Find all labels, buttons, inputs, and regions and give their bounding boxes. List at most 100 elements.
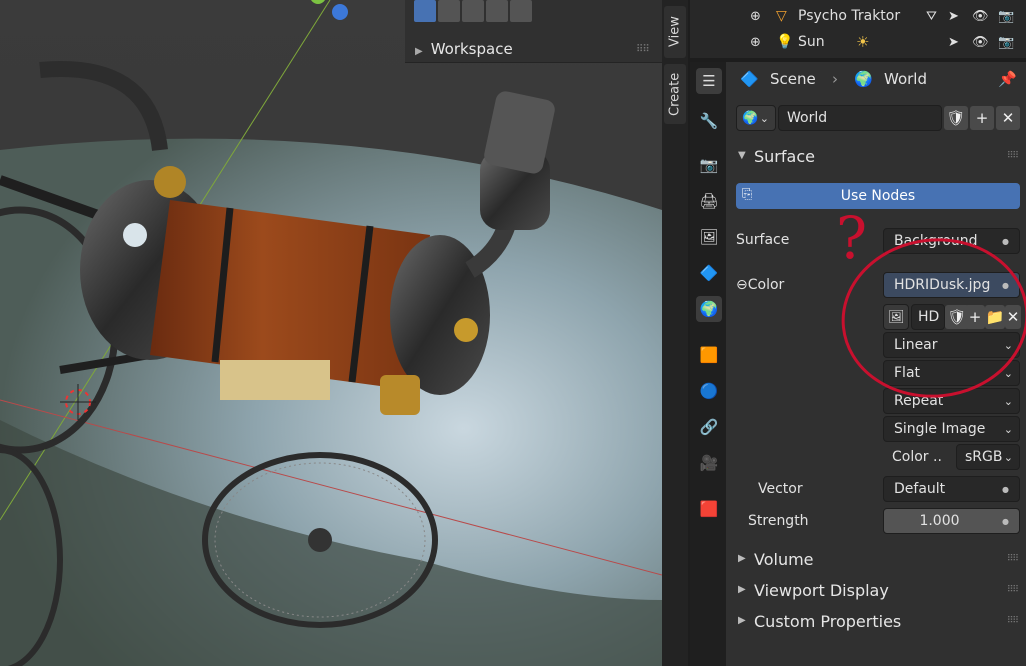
projection-dropdown[interactable]: Flat ⌄ <box>883 360 1020 386</box>
breadcrumb-world[interactable]: World <box>884 70 927 88</box>
unlink-x-icon[interactable]: ✕ <box>1005 305 1021 329</box>
breadcrumb-scene[interactable]: Scene <box>770 70 816 88</box>
eye-icon[interactable]: 👁 <box>972 9 989 24</box>
viewport-display-section-header[interactable]: ▶ Viewport Display ⠿⠿ <box>726 576 1026 606</box>
render-tab-icon[interactable]: 📷 <box>696 152 722 178</box>
eye-icon[interactable]: 👁 <box>972 35 989 50</box>
object-icon: ▽ <box>776 8 787 24</box>
expand-plus-icon[interactable]: ⊕ <box>750 35 761 50</box>
new-world-plus-icon[interactable]: + <box>970 106 994 130</box>
section-title: Viewport Display <box>754 581 889 600</box>
filter-funnel-icon[interactable]: ⛛ <box>926 9 937 24</box>
surface-shader-field[interactable]: Background ● <box>883 228 1020 254</box>
new-image-plus-icon[interactable]: + <box>965 305 985 329</box>
interpolation-dropdown[interactable]: Linear ⌄ <box>883 332 1020 358</box>
node-tree-icon: ⎘ <box>742 187 753 202</box>
section-title: Custom Properties <box>754 612 902 631</box>
strength-slider[interactable]: 1.000 ● <box>883 508 1020 534</box>
drag-handle-icon[interactable]: ⠿⠿ <box>1007 554 1019 564</box>
image-browse-button[interactable]: 🖼 <box>883 304 909 330</box>
strength-label: Strength <box>748 513 809 529</box>
outliner: ⊕ ▽ Psycho Traktor ⛛ ➤ 👁 📷 ⊕ 💡 Sun ☀ ➤ 👁… <box>690 0 1026 58</box>
expand-triangle-icon: ▶ <box>738 553 746 564</box>
properties-tab-column: ☰ 🔧 📷 🖨 🖼 🔷 🌍 🟧 🔵 🔗 🎥 🟥 <box>690 62 726 666</box>
chevron-down-icon: ⌄ <box>1003 338 1013 352</box>
collapse-minus-icon[interactable]: ⊖ <box>736 277 748 293</box>
tab-view[interactable]: View <box>664 6 686 58</box>
breadcrumb: 🔷 Scene › 🌍 World 📌 <box>726 62 1026 96</box>
volume-section-header[interactable]: ▶ Volume ⠿⠿ <box>726 545 1026 575</box>
expand-triangle-icon: ▶ <box>738 584 746 595</box>
select-difference-icon[interactable] <box>486 0 508 22</box>
section-title: Volume <box>754 550 814 569</box>
constraints-tab-icon[interactable]: 🔗 <box>696 414 722 440</box>
world-icon: 🌍 <box>742 110 759 126</box>
select-intersect-icon[interactable] <box>510 0 532 22</box>
expand-triangle-icon: ▶ <box>738 615 746 626</box>
use-nodes-button[interactable]: ⎘ Use Nodes <box>736 183 1020 209</box>
chevron-down-icon: ⌄ <box>1003 450 1013 464</box>
tab-create[interactable]: Create <box>664 64 686 124</box>
world-name-field[interactable]: World <box>778 105 942 131</box>
physics-tab-icon[interactable]: 🔵 <box>696 378 722 404</box>
select-arrow-icon[interactable]: ➤ <box>948 35 959 50</box>
drag-handle-icon[interactable]: ⠿⠿ <box>1007 151 1019 161</box>
color-space-dropdown[interactable]: sRGB ⌄ <box>956 444 1020 470</box>
expand-plus-icon[interactable]: ⊕ <box>750 9 761 24</box>
extension-dropdown[interactable]: Repeat ⌄ <box>883 388 1020 414</box>
sidebar-tabs: View Create <box>662 0 688 666</box>
source-dropdown[interactable]: Single Image ⌄ <box>883 416 1020 442</box>
unlink-x-icon[interactable]: ✕ <box>996 106 1020 130</box>
fake-user-shield-icon[interactable]: 🛡 <box>944 106 968 130</box>
tab-view-label: View <box>667 16 683 48</box>
select-mode-buttons[interactable] <box>414 0 532 22</box>
editor-type-icon[interactable]: ☰ <box>696 68 722 94</box>
use-nodes-label: Use Nodes <box>840 188 916 204</box>
texture-tab-icon[interactable]: 🟥 <box>696 496 722 522</box>
socket-dot-icon: ● <box>1002 236 1009 246</box>
object-tab-icon[interactable]: 🟧 <box>696 342 722 368</box>
open-folder-icon[interactable]: 📁 <box>985 305 1005 329</box>
drag-handle-icon[interactable]: ⠿⠿ <box>1007 585 1019 595</box>
select-subtract-icon[interactable] <box>462 0 484 22</box>
tool-tab-icon[interactable]: 🔧 <box>696 108 722 134</box>
sun-data-icon: ☀ <box>856 33 870 51</box>
custom-properties-section-header[interactable]: ▶ Custom Properties ⠿⠿ <box>726 607 1026 637</box>
chevron-right-icon: › <box>832 70 838 88</box>
collapse-triangle-icon: ▼ <box>738 150 746 161</box>
data-tab-icon[interactable]: 🎥 <box>696 450 722 476</box>
drag-handle-icon[interactable]: ⠿⠿ <box>636 44 650 55</box>
world-tab-icon[interactable]: 🌍 <box>696 296 722 322</box>
socket-dot-icon: ● <box>1002 280 1009 290</box>
scene-tab-icon[interactable]: 🔷 <box>696 260 722 286</box>
camera-render-icon[interactable]: 📷 <box>998 9 1014 24</box>
output-tab-icon[interactable]: 🖨 <box>696 188 722 214</box>
source-value: Single Image <box>894 421 986 437</box>
properties-panel: 🔷 Scene › 🌍 World 📌 🌍 ⌄ World 🛡 + ✕ ▼ Su… <box>726 62 1026 666</box>
outliner-row[interactable]: ⊕ 💡 Sun ☀ ➤ 👁 📷 <box>690 29 1026 55</box>
world-name-text: World <box>787 110 828 126</box>
surface-section-header[interactable]: ▼ Surface ⠿⠿ <box>726 142 1026 172</box>
3d-viewport[interactable]: ▶ Workspace ⠿⠿ <box>0 0 662 666</box>
surface-shader-text: Background <box>894 233 978 249</box>
camera-render-icon[interactable]: 📷 <box>998 35 1014 50</box>
world-browse-button[interactable]: 🌍 ⌄ <box>736 105 776 131</box>
select-arrow-icon[interactable]: ➤ <box>948 9 959 24</box>
vector-input-field[interactable]: Default ● <box>883 476 1020 502</box>
color-space-label: Color .. <box>892 449 942 465</box>
chevron-down-icon: ⌄ <box>1003 394 1013 408</box>
chevron-down-icon: ⌄ <box>759 111 769 125</box>
pin-icon[interactable]: 📌 <box>998 70 1017 88</box>
select-extend-icon[interactable] <box>438 0 460 22</box>
drag-handle-icon[interactable]: ⠿⠿ <box>1007 616 1019 626</box>
outliner-row[interactable]: ⊕ ▽ Psycho Traktor ⛛ ➤ 👁 📷 <box>690 3 1026 29</box>
workspace-panel-header[interactable]: ▶ Workspace <box>415 40 513 58</box>
image-name-text: HD <box>918 309 940 325</box>
color-label-row: ⊖Color <box>736 277 784 293</box>
chevron-down-icon: ⌄ <box>1003 366 1013 380</box>
select-new-icon[interactable] <box>414 0 436 22</box>
color-texture-text: HDRIDusk.jpg <box>894 277 991 293</box>
image-name-field[interactable]: HD <box>911 304 945 330</box>
color-texture-field[interactable]: HDRIDusk.jpg ● <box>883 272 1020 298</box>
view-layer-tab-icon[interactable]: 🖼 <box>696 224 722 250</box>
